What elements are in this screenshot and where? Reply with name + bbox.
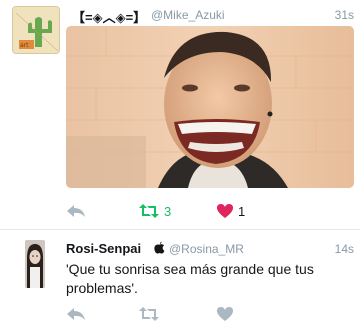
tweet-actions: 3 1 xyxy=(66,200,356,222)
smiling-man-photo-icon xyxy=(66,26,354,188)
tweet-text: 'Que tu sonrisa sea más grande que tus p… xyxy=(66,261,314,296)
retweet-icon xyxy=(139,307,159,321)
tweet[interactable]: Rosi-Senpai @Rosina_MR 14s 'Que tu sonri… xyxy=(0,230,360,329)
heart-icon xyxy=(217,307,233,321)
tweet[interactable]: art 【=◈︿◈=】 @Mike_Azuki 31s 3 1 xyxy=(0,0,360,230)
apple-icon xyxy=(154,241,165,259)
reply-icon xyxy=(67,205,85,217)
user-avatar[interactable] xyxy=(25,240,45,288)
retweet-icon xyxy=(139,204,159,218)
display-name[interactable]: Rosi-Senpai xyxy=(66,241,141,256)
timestamp: 31s xyxy=(334,8,354,22)
retweet-count: 3 xyxy=(164,203,172,219)
tweet-photo[interactable] xyxy=(66,26,354,188)
username[interactable]: @Mike_Azuki xyxy=(151,8,225,22)
like-count: 1 xyxy=(238,203,246,219)
reply-icon xyxy=(67,308,85,320)
like-button[interactable]: 1 xyxy=(216,200,245,222)
like-button[interactable] xyxy=(216,303,234,325)
cactus-sketch-avatar-icon: art xyxy=(13,7,59,53)
reply-button[interactable] xyxy=(66,303,86,325)
retweet-button[interactable]: 3 xyxy=(138,200,171,222)
display-name[interactable]: 【=◈︿◈=】 xyxy=(72,7,146,26)
heart-icon xyxy=(217,204,233,218)
username[interactable]: @Rosina_MR xyxy=(169,242,244,256)
svg-text:art: art xyxy=(20,42,29,49)
reply-button[interactable] xyxy=(66,200,86,222)
timestamp: 14s xyxy=(334,242,354,256)
user-avatar[interactable]: art xyxy=(12,6,60,54)
tweet-actions xyxy=(66,303,356,325)
girl-avatar-icon xyxy=(25,240,45,288)
retweet-button[interactable] xyxy=(138,303,160,325)
